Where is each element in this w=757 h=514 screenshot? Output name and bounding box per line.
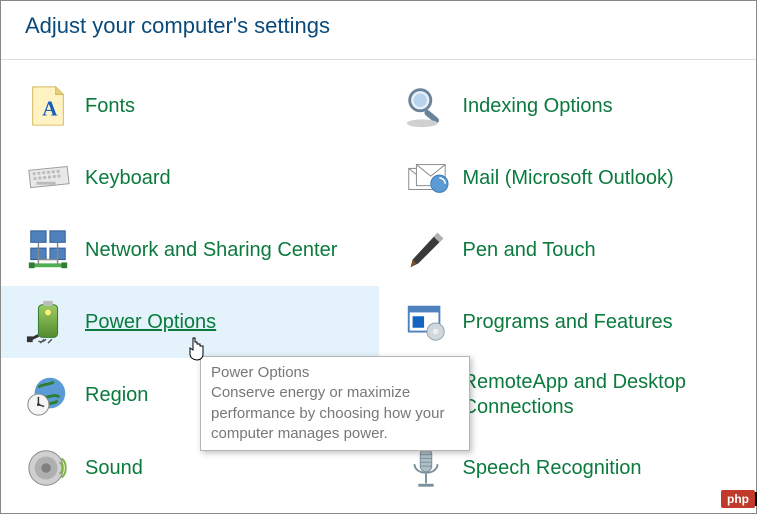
sound-icon bbox=[25, 445, 71, 491]
item-pen[interactable]: Pen and Touch bbox=[379, 214, 757, 286]
tooltip-title: Power Options bbox=[211, 364, 309, 381]
item-label: Speech Recognition bbox=[463, 456, 642, 481]
watermark: php bbox=[721, 490, 755, 508]
item-label: Mail (Microsoft Outlook) bbox=[463, 166, 674, 191]
item-label: Keyboard bbox=[85, 166, 171, 191]
item-network[interactable]: Network and Sharing Center bbox=[1, 214, 379, 286]
pen-icon bbox=[403, 227, 449, 273]
item-label: Network and Sharing Center bbox=[85, 238, 337, 263]
region-icon bbox=[25, 372, 71, 418]
item-label: Region bbox=[85, 383, 148, 408]
speech-icon bbox=[403, 445, 449, 491]
mail-icon bbox=[403, 155, 449, 201]
item-programs[interactable]: Programs and Features bbox=[379, 286, 757, 358]
item-label: Programs and Features bbox=[463, 310, 673, 335]
item-indexing[interactable]: Indexing Options bbox=[379, 70, 757, 142]
item-power[interactable]: Power Options bbox=[1, 286, 379, 358]
item-keyboard[interactable]: Keyboard bbox=[1, 142, 379, 214]
item-label: Indexing Options bbox=[463, 94, 613, 119]
item-fonts[interactable]: A Fonts bbox=[1, 70, 379, 142]
item-label: RemoteApp and Desktop Connections bbox=[463, 370, 733, 420]
tooltip-body: Conserve energy or maximize performance … bbox=[211, 384, 444, 442]
tooltip: Power Options Conserve energy or maximiz… bbox=[200, 356, 470, 451]
power-icon bbox=[25, 299, 71, 345]
svg-text:A: A bbox=[42, 97, 58, 121]
network-icon bbox=[25, 227, 71, 273]
fonts-icon: A bbox=[25, 83, 71, 129]
keyboard-icon bbox=[25, 155, 71, 201]
indexing-icon bbox=[403, 83, 449, 129]
item-label: Power Options bbox=[85, 310, 216, 335]
item-label: Fonts bbox=[85, 94, 135, 119]
item-label: Sound bbox=[85, 456, 143, 481]
item-label: Pen and Touch bbox=[463, 238, 596, 263]
item-mail[interactable]: Mail (Microsoft Outlook) bbox=[379, 142, 757, 214]
page-title: Adjust your computer's settings bbox=[1, 1, 756, 60]
programs-icon bbox=[403, 299, 449, 345]
